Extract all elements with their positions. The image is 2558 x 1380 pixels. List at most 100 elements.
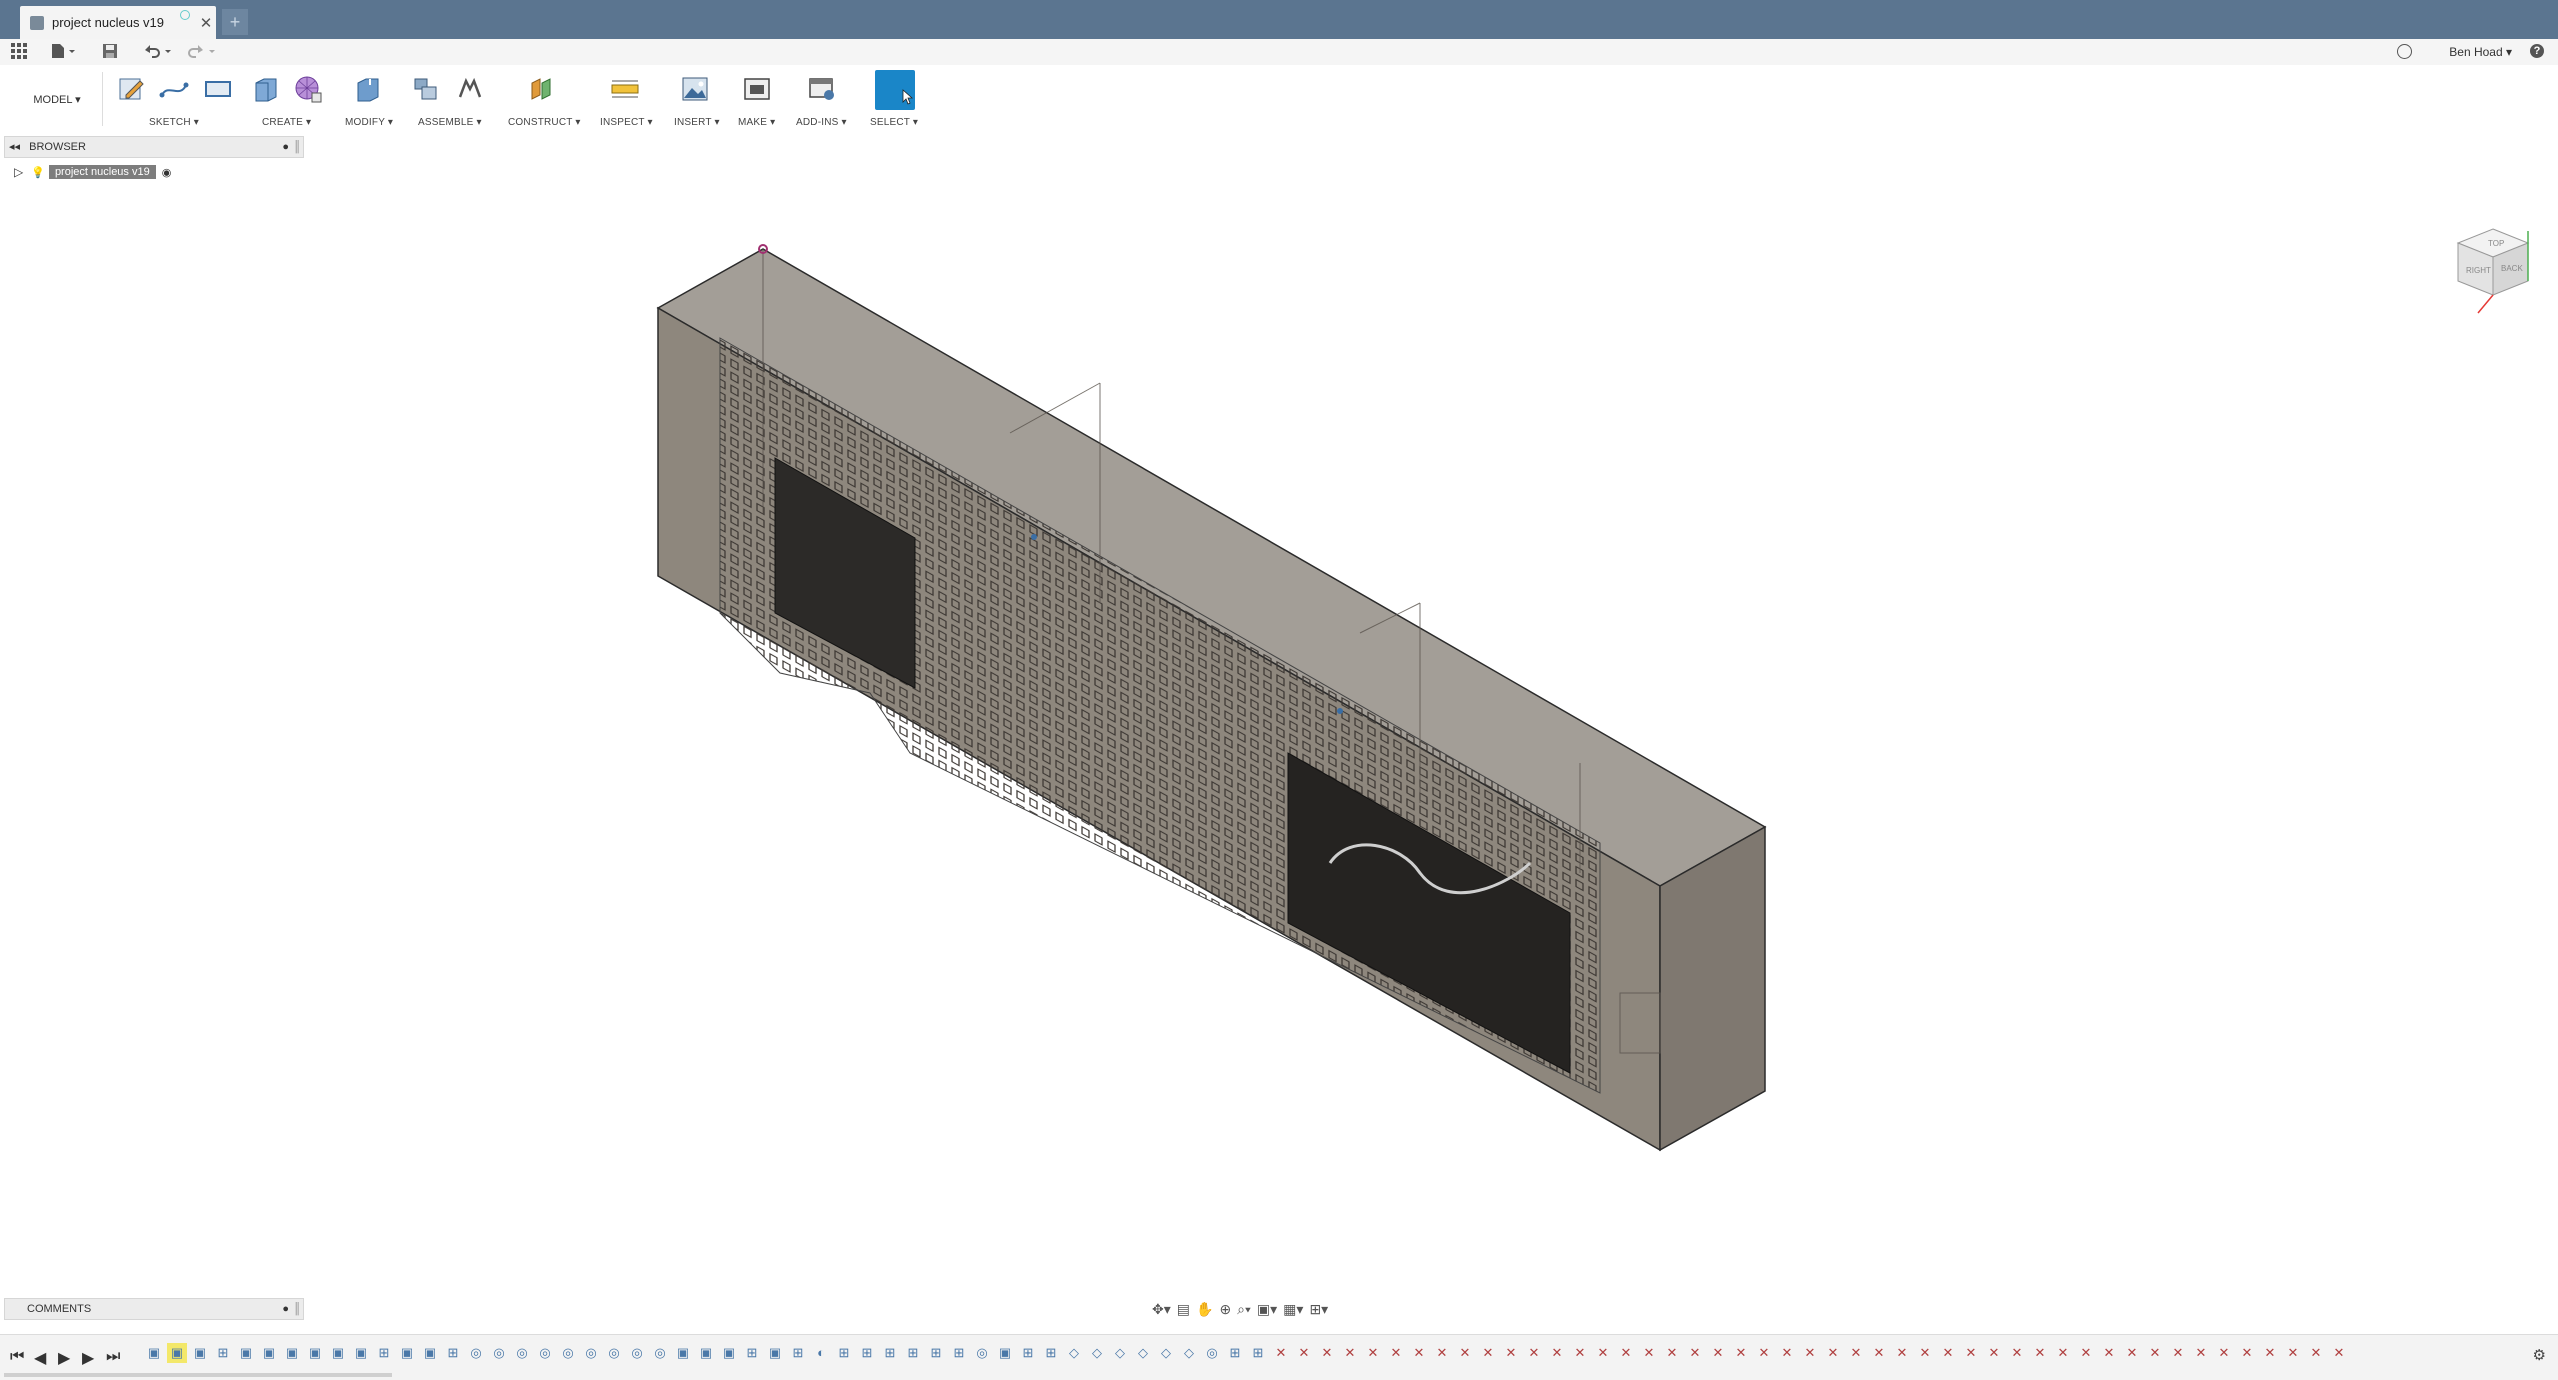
extrude-icon[interactable] bbox=[250, 73, 282, 105]
timeline-feature-icon[interactable]: ✕ bbox=[2260, 1343, 2280, 1363]
timeline-feature-icon[interactable]: ◎ bbox=[627, 1343, 647, 1363]
timeline-feature-icon[interactable]: ⊞ bbox=[903, 1343, 923, 1363]
timeline-feature-icon[interactable]: ◎ bbox=[1202, 1343, 1222, 1363]
timeline-feature-icon[interactable]: ⊞ bbox=[880, 1343, 900, 1363]
timeline-feature-icon[interactable]: ✕ bbox=[2214, 1343, 2234, 1363]
timeline-feature-icon[interactable]: ⊞ bbox=[1018, 1343, 1038, 1363]
timeline-feature-icon[interactable]: ◇ bbox=[1179, 1343, 1199, 1363]
form-icon[interactable] bbox=[292, 73, 324, 105]
timeline-feature-icon[interactable]: ✕ bbox=[1961, 1343, 1981, 1363]
timeline-feature-icon[interactable]: ✕ bbox=[1616, 1343, 1636, 1363]
timeline-feature-icon[interactable]: ◎ bbox=[466, 1343, 486, 1363]
timeline-feature-icon[interactable]: ◎ bbox=[604, 1343, 624, 1363]
timeline-feature-icon[interactable]: ▣ bbox=[420, 1343, 440, 1363]
timeline-feature-icon[interactable]: ⊞ bbox=[1041, 1343, 1061, 1363]
file-menu-icon[interactable] bbox=[50, 43, 76, 61]
timeline-feature-icon[interactable]: ▣ bbox=[765, 1343, 785, 1363]
timeline-scrollbar[interactable] bbox=[4, 1373, 392, 1377]
timeline-feature-icon[interactable]: ◇ bbox=[1087, 1343, 1107, 1363]
close-tab-button[interactable]: ✕ bbox=[196, 14, 216, 32]
timeline-last-icon[interactable]: ⏭ bbox=[106, 1348, 120, 1366]
timeline-feature-icon[interactable]: ▣ bbox=[397, 1343, 417, 1363]
timeline-feature-icon[interactable]: ▣ bbox=[328, 1343, 348, 1363]
timeline-feature-icon[interactable]: ▣ bbox=[282, 1343, 302, 1363]
timeline-feature-icon[interactable]: ◎ bbox=[972, 1343, 992, 1363]
timeline-feature-icon[interactable]: ✕ bbox=[1409, 1343, 1429, 1363]
timeline-feature-icon[interactable]: ⊞ bbox=[1225, 1343, 1245, 1363]
timeline-feature-icon[interactable]: ✕ bbox=[1846, 1343, 1866, 1363]
timeline-first-icon[interactable]: ⏮ bbox=[10, 1348, 24, 1366]
timeline-feature-icon[interactable]: ✕ bbox=[1317, 1343, 1337, 1363]
timeline-feature-icon[interactable]: ✕ bbox=[2076, 1343, 2096, 1363]
timeline-feature-icon[interactable]: ▣ bbox=[305, 1343, 325, 1363]
timeline-feature-icon[interactable]: ▣ bbox=[995, 1343, 1015, 1363]
timeline-feature-icon[interactable]: ⊞ bbox=[443, 1343, 463, 1363]
pan-icon[interactable]: ✋ bbox=[1196, 1301, 1213, 1318]
timeline-next-icon[interactable]: ▶ bbox=[82, 1348, 94, 1368]
timeline-feature-icon[interactable]: ✕ bbox=[2030, 1343, 2050, 1363]
timeline-prev-icon[interactable]: ◀ bbox=[34, 1348, 46, 1368]
timeline-feature-icon[interactable]: ◎ bbox=[581, 1343, 601, 1363]
scripts-addins-icon[interactable] bbox=[806, 73, 838, 105]
timeline-feature-icon[interactable]: ✕ bbox=[1892, 1343, 1912, 1363]
help-icon[interactable]: ? bbox=[2530, 44, 2544, 58]
timeline-feature-icon[interactable]: ⊞ bbox=[788, 1343, 808, 1363]
assemble-menu[interactable]: ASSEMBLE ▾ bbox=[418, 117, 482, 128]
timeline-feature-icon[interactable]: ◇ bbox=[1064, 1343, 1084, 1363]
timeline-feature-icon[interactable]: ✕ bbox=[2191, 1343, 2211, 1363]
joint-icon[interactable] bbox=[454, 73, 486, 105]
user-menu[interactable]: Ben Hoad ▾ bbox=[2449, 39, 2512, 65]
timeline-feature-icon[interactable]: ✕ bbox=[1731, 1343, 1751, 1363]
timeline-feature-icon[interactable]: ◐ bbox=[811, 1343, 831, 1363]
timeline-feature-icon[interactable]: ▣ bbox=[719, 1343, 739, 1363]
viewcube[interactable]: TOP RIGHT BACK bbox=[2448, 221, 2538, 316]
sketch-menu[interactable]: SKETCH ▾ bbox=[149, 117, 199, 128]
timeline-feature-icon[interactable]: ✕ bbox=[1478, 1343, 1498, 1363]
viewcube-back-label[interactable]: BACK bbox=[2501, 264, 2523, 273]
new-component-icon[interactable] bbox=[410, 73, 442, 105]
timeline-feature-icon[interactable]: ✕ bbox=[1777, 1343, 1797, 1363]
timeline-feature-icon[interactable]: ✕ bbox=[1593, 1343, 1613, 1363]
make-menu[interactable]: MAKE ▾ bbox=[738, 117, 775, 128]
job-status-icon[interactable] bbox=[2397, 44, 2412, 59]
construct-menu[interactable]: CONSTRUCT ▾ bbox=[508, 117, 581, 128]
timeline-feature-icon[interactable]: ▣ bbox=[259, 1343, 279, 1363]
panel-resize-handle[interactable]: ║ bbox=[293, 1299, 301, 1319]
timeline-feature-icon[interactable]: ✕ bbox=[2007, 1343, 2027, 1363]
press-pull-icon[interactable] bbox=[352, 73, 384, 105]
timeline-feature-icon[interactable]: ⊞ bbox=[857, 1343, 877, 1363]
timeline-feature-icon[interactable]: ✕ bbox=[2168, 1343, 2188, 1363]
insert-menu[interactable]: INSERT ▾ bbox=[674, 117, 720, 128]
timeline-feature-icon[interactable]: ✕ bbox=[1662, 1343, 1682, 1363]
timeline-feature-icon[interactable]: ✕ bbox=[2122, 1343, 2142, 1363]
timeline-feature-icon[interactable]: ✕ bbox=[1455, 1343, 1475, 1363]
viewcube-right-label[interactable]: RIGHT bbox=[2466, 266, 2491, 275]
timeline-feature-icon[interactable]: ✕ bbox=[1984, 1343, 2004, 1363]
timeline-feature-icon[interactable]: ✕ bbox=[2283, 1343, 2303, 1363]
comments-panel-header[interactable]: COMMENTS ● ║ bbox=[4, 1298, 304, 1320]
measure-icon[interactable] bbox=[609, 73, 641, 105]
timeline-feature-icon[interactable]: ✕ bbox=[1524, 1343, 1544, 1363]
model-render[interactable] bbox=[0, 133, 2558, 1293]
timeline-feature-icon[interactable]: ✕ bbox=[1432, 1343, 1452, 1363]
rectangle-tool-icon[interactable] bbox=[202, 73, 234, 105]
timeline-feature-icon[interactable]: ✕ bbox=[1915, 1343, 1935, 1363]
timeline-feature-icon[interactable]: ▣ bbox=[167, 1343, 187, 1363]
timeline-feature-icon[interactable]: ◎ bbox=[535, 1343, 555, 1363]
timeline-feature-icon[interactable]: ▣ bbox=[144, 1343, 164, 1363]
display-settings-icon[interactable]: ▣▾ bbox=[1257, 1301, 1277, 1318]
timeline-feature-icon[interactable]: ✕ bbox=[2053, 1343, 2073, 1363]
new-tab-button[interactable]: + bbox=[222, 9, 248, 35]
timeline-feature-icon[interactable]: ⊞ bbox=[926, 1343, 946, 1363]
timeline-feature-icon[interactable]: ⊞ bbox=[374, 1343, 394, 1363]
line-tool-icon[interactable] bbox=[158, 73, 190, 105]
create-sketch-icon[interactable] bbox=[116, 73, 148, 105]
timeline-feature-icon[interactable]: ✕ bbox=[1363, 1343, 1383, 1363]
undo-icon[interactable] bbox=[142, 43, 172, 61]
offset-plane-icon[interactable] bbox=[526, 73, 558, 105]
create-menu[interactable]: CREATE ▾ bbox=[262, 117, 311, 128]
canvas-viewport[interactable]: TOP RIGHT BACK bbox=[0, 133, 2558, 1293]
timeline-feature-icon[interactable]: ✕ bbox=[1869, 1343, 1889, 1363]
workspace-switcher[interactable]: MODEL ▾ bbox=[12, 72, 103, 126]
timeline-feature-icon[interactable]: ▣ bbox=[696, 1343, 716, 1363]
